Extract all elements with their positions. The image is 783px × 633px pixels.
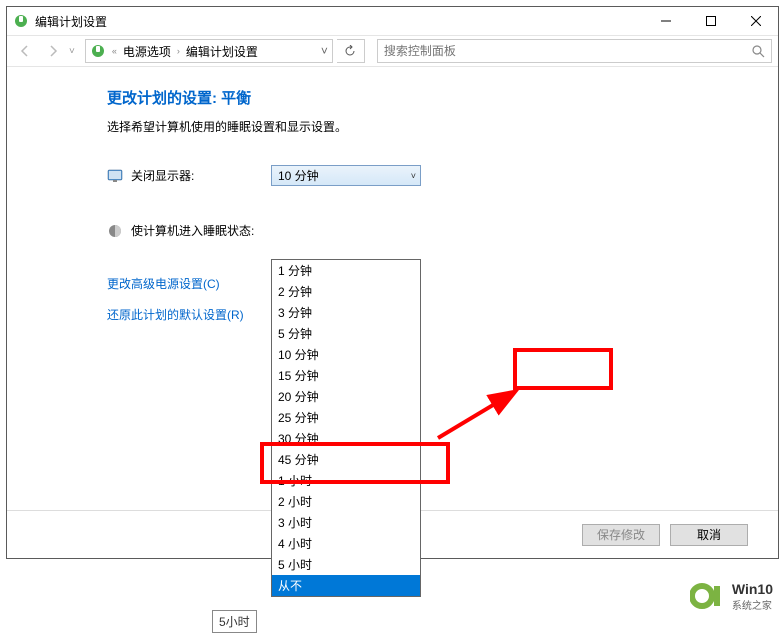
content-area: 更改计划的设置: 平衡 选择希望计算机使用的睡眠设置和显示设置。 关闭显示器: … <box>7 67 778 510</box>
sleep-label: 使计算机进入睡眠状态: <box>131 222 271 239</box>
page-description: 选择希望计算机使用的睡眠设置和显示设置。 <box>107 118 738 135</box>
dropdown-option[interactable]: 1 分钟 <box>272 260 420 281</box>
maximize-button[interactable] <box>688 7 733 35</box>
dropdown-option[interactable]: 从不 <box>272 575 420 596</box>
address-bar[interactable]: « 电源选项 › 编辑计划设置 ˅ <box>85 39 333 63</box>
search-icon <box>751 44 765 58</box>
page-title: 更改计划的设置: 平衡 <box>107 87 738 108</box>
dropdown-option[interactable]: 2 小时 <box>272 491 420 512</box>
watermark-top: Win10 <box>732 581 773 597</box>
watermark-text: Win10 系统之家 <box>732 581 773 612</box>
dropdown-option[interactable]: 2 分钟 <box>272 281 420 302</box>
dropdown-value: 10 分钟 <box>278 167 319 184</box>
breadcrumb-item-1[interactable]: 电源选项 <box>123 43 171 60</box>
dropdown-option[interactable]: 5 分钟 <box>272 323 420 344</box>
display-off-label: 关闭显示器: <box>131 167 271 184</box>
display-off-row: 关闭显示器: 10 分钟 ˅ <box>107 165 738 186</box>
titlebar: 编辑计划设置 <box>7 7 778 35</box>
app-icon <box>13 13 29 29</box>
dropdown-option[interactable]: 25 分钟 <box>272 407 420 428</box>
close-button[interactable] <box>733 7 778 35</box>
dropdown-option[interactable]: 3 分钟 <box>272 302 420 323</box>
save-button[interactable]: 保存修改 <box>582 524 660 546</box>
window-controls <box>643 7 778 35</box>
back-button[interactable] <box>13 39 37 63</box>
navbar: ˅ « 电源选项 › 编辑计划设置 ˅ <box>7 35 778 67</box>
dropdown-option[interactable]: 1 小时 <box>272 470 420 491</box>
dropdown-option[interactable]: 10 分钟 <box>272 344 420 365</box>
minimize-button[interactable] <box>643 7 688 35</box>
folder-icon <box>90 43 106 59</box>
display-off-dropdown[interactable]: 10 分钟 ˅ <box>271 165 421 186</box>
dropdown-option[interactable]: 30 分钟 <box>272 428 420 449</box>
cancel-button[interactable]: 取消 <box>670 524 748 546</box>
window-title: 编辑计划设置 <box>35 13 643 30</box>
breadcrumb-sep: › <box>177 46 180 56</box>
sleep-row: 使计算机进入睡眠状态: <box>107 222 738 239</box>
search-box[interactable] <box>377 39 772 63</box>
dropdown-options-list: 1 分钟2 分钟3 分钟5 分钟10 分钟15 分钟20 分钟25 分钟30 分… <box>271 259 421 597</box>
refresh-icon <box>344 45 356 57</box>
search-input[interactable] <box>384 44 751 58</box>
dropdown-option[interactable]: 20 分钟 <box>272 386 420 407</box>
dropdown-option[interactable]: 15 分钟 <box>272 365 420 386</box>
dropdown-option[interactable]: 4 小时 <box>272 533 420 554</box>
chevron-down-icon: ˅ <box>411 171 416 181</box>
watermark-bottom: 系统之家 <box>732 597 773 612</box>
forward-button[interactable] <box>41 39 65 63</box>
window: 编辑计划设置 ˅ « 电源选项 <box>6 6 779 559</box>
history-dropdown[interactable]: ˅ <box>69 46 75 57</box>
breadcrumb-item-2[interactable]: 编辑计划设置 <box>186 43 258 60</box>
watermark: Win10 系统之家 <box>690 578 773 614</box>
refresh-button[interactable] <box>337 39 365 63</box>
dropdown-option[interactable]: 3 小时 <box>272 512 420 533</box>
address-dropdown[interactable]: ˅ <box>321 44 328 58</box>
breadcrumb-sep: « <box>112 46 117 56</box>
background-fragment: 5小时 <box>212 610 257 633</box>
restore-defaults-link[interactable]: 还原此计划的默认设置(R) <box>107 306 738 323</box>
sleep-icon <box>107 223 123 239</box>
dropdown-option[interactable]: 45 分钟 <box>272 449 420 470</box>
dropdown-option[interactable]: 5 小时 <box>272 554 420 575</box>
monitor-icon <box>107 168 123 184</box>
watermark-logo-icon <box>690 578 726 614</box>
advanced-settings-link[interactable]: 更改高级电源设置(C) <box>107 275 738 292</box>
